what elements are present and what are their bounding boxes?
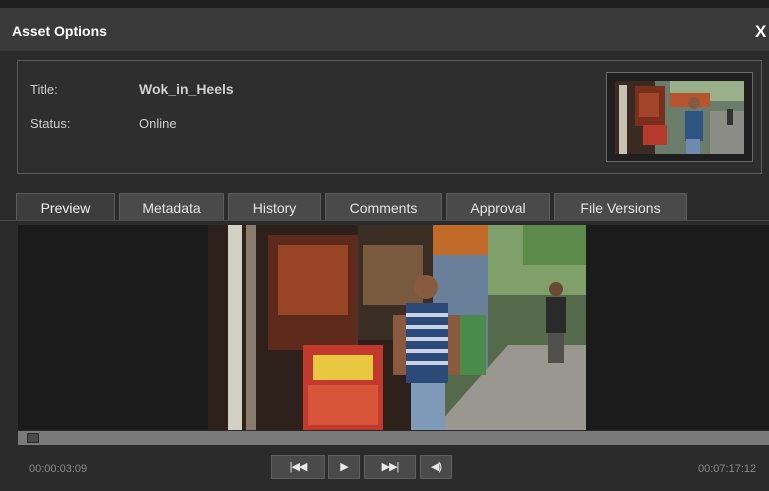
play-icon[interactable]: ▶ <box>328 455 360 479</box>
tab-bar: Preview Metadata History Comments Approv… <box>0 193 769 221</box>
tab-file-versions[interactable]: File Versions <box>554 193 687 221</box>
status-value: Online <box>139 116 177 131</box>
volume-icon[interactable]: ◀) <box>420 455 452 479</box>
tab-preview[interactable]: Preview <box>16 193 115 221</box>
seek-bar[interactable] <box>18 431 769 445</box>
video-player[interactable] <box>18 225 769 430</box>
seek-handle[interactable] <box>27 433 39 443</box>
close-icon[interactable]: X <box>755 22 766 42</box>
tab-divider <box>0 220 769 221</box>
dialog-title-bar: Asset Options X <box>0 8 769 51</box>
title-value: Wok_in_Heels <box>139 81 234 97</box>
player-controls: 00:00:03:09 |◀◀ ▶ ▶▶| ◀) 00:07:17:12 <box>0 445 769 491</box>
status-label: Status: <box>30 116 71 131</box>
asset-thumbnail <box>606 72 753 162</box>
current-time: 00:00:03:09 <box>29 463 88 475</box>
tab-metadata[interactable]: Metadata <box>119 193 224 221</box>
dialog-title: Asset Options <box>12 23 107 39</box>
skip-forward-icon[interactable]: ▶▶| <box>364 455 416 479</box>
video-frame <box>208 225 586 430</box>
title-label: Title: <box>30 82 58 97</box>
skip-back-icon[interactable]: |◀◀ <box>271 455 325 479</box>
thumbnail-image <box>615 81 744 154</box>
tab-comments[interactable]: Comments <box>325 193 442 221</box>
tab-approval[interactable]: Approval <box>446 193 550 221</box>
tab-history[interactable]: History <box>228 193 321 221</box>
duration-time: 00:07:17:12 <box>698 463 757 475</box>
window-top-strip <box>0 0 769 8</box>
